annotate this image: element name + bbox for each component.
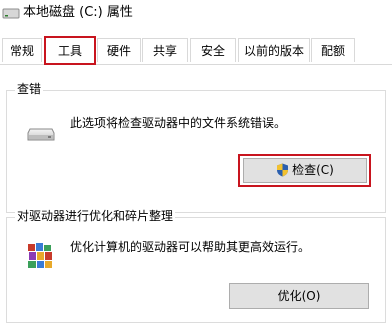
tab-general[interactable]: 常规 bbox=[2, 38, 42, 62]
tab-security[interactable]: 安全 bbox=[190, 38, 236, 62]
title-bar: 本地磁盘 (C:) 属性 bbox=[0, 0, 392, 32]
error-check-group bbox=[6, 90, 386, 213]
tab-strip: 常规 工具 硬件 共享 安全 以前的版本 配额 bbox=[0, 36, 392, 65]
optimize-description: 优化计算机的驱动器可以帮助其更高效运行。 bbox=[70, 240, 311, 254]
error-check-title: 查错 bbox=[15, 82, 44, 96]
window-title: 本地磁盘 (C:) 属性 bbox=[23, 5, 133, 20]
tab-quota[interactable]: 配额 bbox=[311, 38, 355, 62]
defrag-icon bbox=[28, 243, 52, 268]
tab-tools[interactable]: 工具 bbox=[44, 36, 96, 65]
error-check-description: 此选项将检查驱动器中的文件系统错误。 bbox=[70, 116, 287, 130]
tools-panel: 查错 此选项将检查驱动器中的文件系统错误。 检查(C) 对驱动器进行优化和碎片整… bbox=[0, 64, 392, 323]
tab-previous-versions[interactable]: 以前的版本 bbox=[238, 38, 310, 62]
uac-shield-icon bbox=[277, 163, 289, 177]
optimize-title: 对驱动器进行优化和碎片整理 bbox=[15, 209, 176, 223]
tab-sharing[interactable]: 共享 bbox=[142, 38, 188, 62]
optimize-button[interactable]: 优化(O) bbox=[229, 283, 369, 309]
tab-hardware[interactable]: 硬件 bbox=[97, 38, 141, 62]
drive-icon bbox=[27, 128, 55, 141]
drive-icon bbox=[2, 8, 20, 19]
check-button-label: 检查(C) bbox=[292, 163, 334, 177]
check-button[interactable]: 检查(C) bbox=[243, 158, 367, 183]
